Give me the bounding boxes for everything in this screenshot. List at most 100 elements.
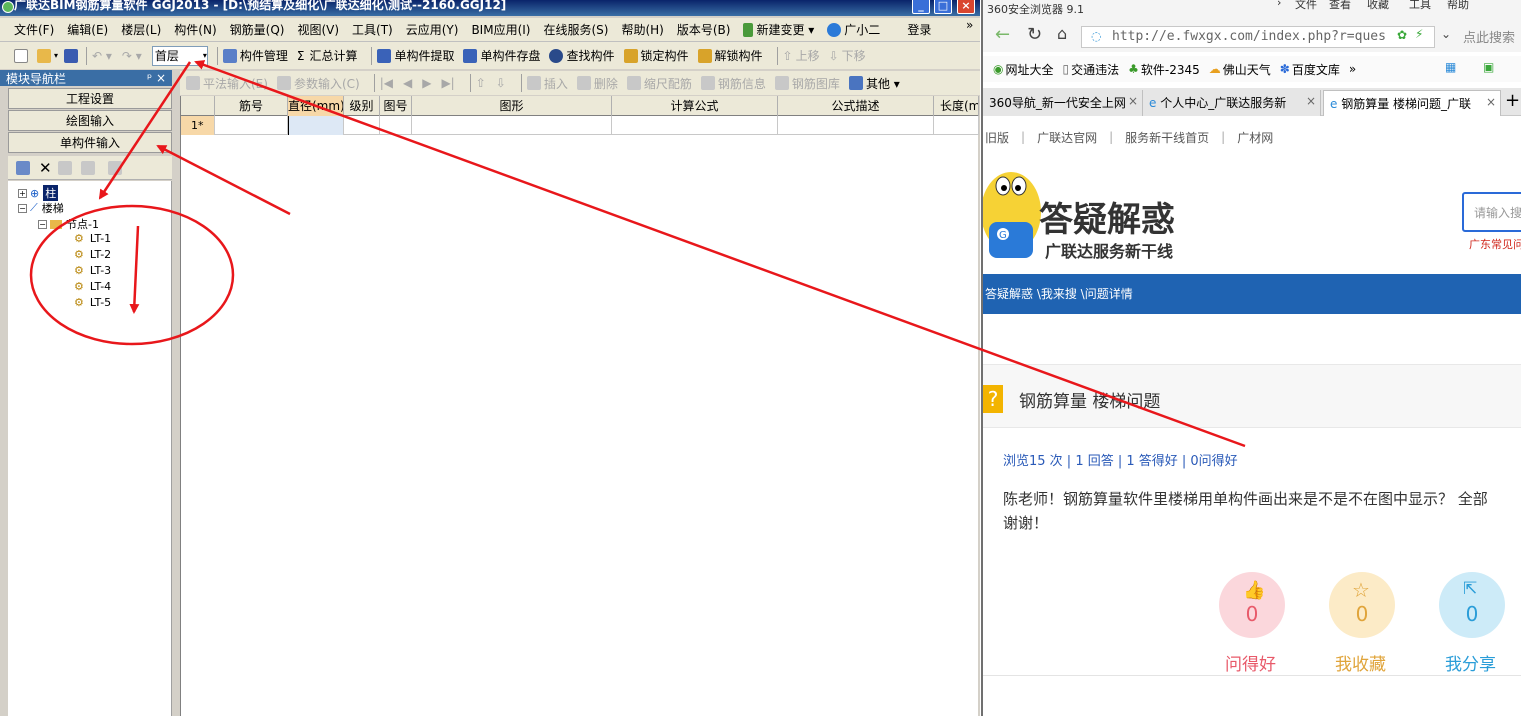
bookmark-item[interactable]: ◉ 网址大全 [993, 61, 1054, 78]
save-icon[interactable] [64, 48, 79, 63]
tab-rebar-question[interactable]: e 钢筋算量 楼梯问题_广联 × [1323, 90, 1501, 116]
region-link[interactable]: 广东常见问 [1469, 236, 1521, 252]
scale-rebar-button[interactable]: 缩尺配筋 [626, 75, 692, 92]
delete-icon[interactable]: ✕ [39, 159, 52, 177]
tree-leaf-lt4[interactable]: ⚙ LT-4 [74, 280, 111, 293]
bookmarks-overflow-icon[interactable]: » [1349, 62, 1356, 76]
site-nav-old[interactable]: 旧版 [985, 129, 1009, 146]
good-question-button[interactable]: 👍 0 [1219, 572, 1285, 638]
floor-select[interactable]: 首层 ▾ [151, 45, 208, 66]
new-tab-icon[interactable]: + [1505, 90, 1520, 111]
close-button[interactable]: × [957, 0, 975, 14]
next-record-icon[interactable]: ▶ [422, 76, 431, 90]
menu-help[interactable]: 帮助(H) [621, 21, 663, 38]
tab-user-center[interactable]: e 个人中心_广联达服务新 × [1143, 90, 1321, 116]
move-down-button[interactable]: ⇩ 下移 [829, 47, 866, 64]
maximize-button[interactable]: □ [934, 0, 952, 14]
expand-icon[interactable]: + [18, 188, 27, 198]
menu-component[interactable]: 构件(N) [174, 21, 216, 38]
browser-menu-tools[interactable]: 工具 [1409, 0, 1431, 12]
param-input-button[interactable]: 参数输入(C) [276, 75, 360, 92]
col-header-diameter[interactable]: 直径(mm) [288, 96, 344, 116]
prev-record-icon[interactable]: ◀ [403, 76, 412, 90]
tree-node-stairs[interactable]: − ⟋ 楼梯 [18, 200, 64, 216]
single-extract-button[interactable]: 单构件提取 [377, 47, 454, 64]
col-header-formula-desc[interactable]: 公式描述 [778, 96, 934, 116]
col-header-shape[interactable]: 图形 [412, 96, 612, 116]
tree-node-node1[interactable]: − 节点-1 [38, 216, 99, 232]
menu-file[interactable]: 文件(F) [14, 21, 54, 38]
menu-new-change[interactable]: 新建变更 ▾ [743, 21, 814, 38]
redo-icon[interactable]: ↷ ▾ [122, 49, 142, 63]
cell-figure-no[interactable] [380, 116, 412, 135]
favorite-button[interactable]: ☆ 0 [1329, 572, 1395, 638]
col-header-length[interactable]: 长度(mm) [934, 96, 979, 116]
component-manage-button[interactable]: 构件管理 [222, 47, 288, 64]
close-icon[interactable]: × [1486, 95, 1496, 109]
col-header-grade[interactable]: 级别 [344, 96, 380, 116]
tree-node-column[interactable]: + ⊕ 柱 [18, 185, 59, 201]
refresh-icon[interactable]: ↻ [1027, 24, 1042, 45]
tree-leaf-lt5[interactable]: ⚙ LT-5 [74, 296, 111, 309]
collapse-icon[interactable]: − [38, 219, 47, 229]
bookmark-item[interactable]: ✽ 百度文库 [1280, 61, 1340, 78]
chevron-down-icon[interactable]: ▾ [54, 51, 58, 60]
nav-project-settings[interactable]: 工程设置 [8, 88, 172, 109]
menu-online-service[interactable]: 在线服务(S) [543, 21, 608, 38]
move-up-button[interactable]: ⇧ 上移 [783, 47, 820, 64]
nav-single-component-input[interactable]: 单构件输入 [8, 132, 172, 153]
menu-cloud[interactable]: 云应用(Y) [406, 21, 459, 38]
url-input[interactable]: http://e.fwxgx.com/index.php?r=ques [1081, 26, 1435, 48]
undo-icon[interactable]: ↶ ▾ [92, 49, 112, 63]
extension-icon[interactable]: ▣ [1483, 60, 1494, 74]
tab-360-nav[interactable]: 360导航_新一代安全上网 × [983, 90, 1143, 116]
up-icon[interactable]: ⇧ [476, 76, 486, 90]
menu-view[interactable]: 视图(V) [297, 21, 339, 38]
col-header-formula[interactable]: 计算公式 [612, 96, 778, 116]
cell-length[interactable] [934, 116, 979, 135]
bookmark-item[interactable]: ♣ 软件-2345 [1128, 61, 1200, 78]
chevron-more-icon[interactable]: » [966, 18, 973, 32]
cell-diameter[interactable] [288, 116, 344, 135]
first-record-icon[interactable]: |◀ [380, 76, 393, 90]
menu-floor[interactable]: 楼层(L) [121, 21, 161, 38]
site-nav-official[interactable]: 广联达官网 [1037, 129, 1097, 146]
menu-rebar-quantity[interactable]: 钢筋量(Q) [230, 21, 285, 38]
paste-icon[interactable] [80, 160, 95, 175]
single-save-button[interactable]: 单构件存盘 [463, 47, 540, 64]
delete-row-button[interactable]: 删除 [576, 75, 618, 92]
menu-tools[interactable]: 工具(T) [352, 21, 393, 38]
bookmark-item[interactable]: ☁ 佛山天气 [1209, 61, 1271, 78]
menu-assistant[interactable]: 广小二 [827, 21, 880, 38]
site-nav-materials[interactable]: 广材网 [1237, 129, 1273, 146]
copy-icon[interactable] [57, 160, 72, 175]
search-input[interactable]: 点此搜索 [1463, 27, 1515, 46]
nav-drawing-input[interactable]: 绘图输入 [8, 110, 172, 131]
login-button[interactable]: 登录 [907, 21, 931, 38]
summary-calc-button[interactable]: Σ 汇总计算 [297, 47, 358, 64]
flat-input-button[interactable]: 平法输入(E) [186, 75, 268, 92]
pin-close-icon[interactable]: ᵖ × [147, 71, 166, 85]
back-icon[interactable]: ← [995, 24, 1010, 45]
insert-button[interactable]: 插入 [526, 75, 568, 92]
other-menu-button[interactable]: 其他 ▾ [848, 75, 900, 92]
share-button[interactable]: ⇱ 0 [1439, 572, 1505, 638]
tree-leaf-lt1[interactable]: ⚙ LT-1 [74, 232, 111, 245]
tree-leaf-lt2[interactable]: ⚙ LT-2 [74, 248, 111, 261]
col-header-figure-no[interactable]: 图号 [380, 96, 412, 116]
bookmark-item[interactable]: ▯ 交通违法 [1063, 61, 1120, 78]
dropdown-icon[interactable]: ⌄ [1441, 27, 1451, 41]
cell-shape[interactable] [412, 116, 612, 135]
open-folder-icon[interactable] [37, 48, 51, 63]
collapse-icon[interactable]: − [18, 203, 27, 213]
cell-grade[interactable] [344, 116, 380, 135]
menu-edit[interactable]: 编辑(E) [67, 21, 108, 38]
last-record-icon[interactable]: ▶| [441, 76, 454, 90]
cell-formula-desc[interactable] [778, 116, 934, 135]
panel-splitter[interactable] [172, 70, 180, 716]
browser-menu-view[interactable]: 查看 [1329, 0, 1351, 12]
browser-menu-file[interactable]: 文件 [1295, 0, 1317, 12]
rebar-library-button[interactable]: 钢筋图库 [774, 75, 840, 92]
unlock-component-button[interactable]: 解锁构件 [697, 47, 763, 64]
close-icon[interactable]: × [1306, 94, 1316, 108]
